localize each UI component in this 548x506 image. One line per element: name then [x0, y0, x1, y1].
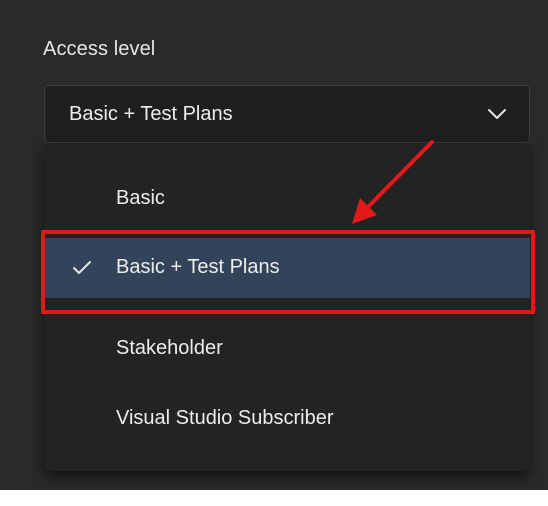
option-label: Basic + Test Plans: [116, 256, 280, 278]
option-visual-studio-subscriber[interactable]: Visual Studio Subscriber: [44, 389, 530, 449]
access-level-select[interactable]: Basic + Test Plans: [44, 85, 530, 143]
option-label: Visual Studio Subscriber: [116, 407, 334, 429]
select-current-value: Basic + Test Plans: [69, 103, 233, 125]
access-level-panel: Access level Basic + Test Plans Basic Ba…: [0, 0, 548, 490]
option-basic-test-plans[interactable]: Basic + Test Plans: [44, 238, 530, 298]
chevron-down-icon[interactable]: [487, 106, 507, 122]
option-label: Basic: [116, 187, 165, 209]
option-basic[interactable]: Basic: [44, 169, 530, 229]
option-stakeholder[interactable]: Stakeholder: [44, 319, 530, 379]
access-level-label: Access level: [43, 38, 156, 60]
access-level-dropdown: Basic Basic + Test Plans Stakeholder Vis…: [44, 143, 530, 471]
option-label: Stakeholder: [116, 337, 223, 359]
checkmark-icon: [73, 261, 91, 274]
